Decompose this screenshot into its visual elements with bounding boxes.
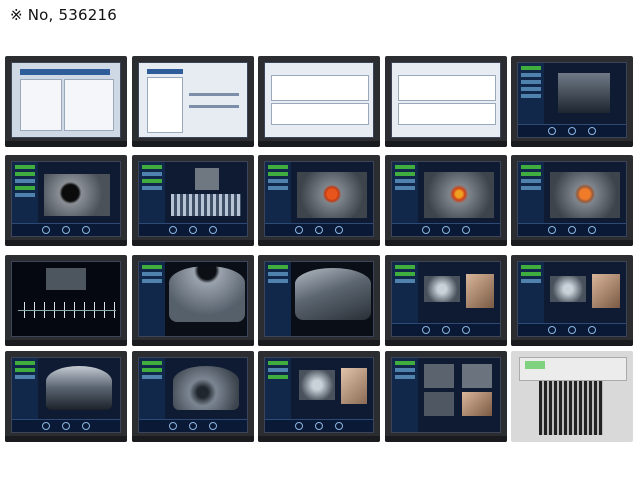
photo-quad-view: [385, 351, 507, 442]
photo-color-doppler-1: [258, 155, 380, 246]
photo-bmode-carotid: [5, 155, 127, 246]
photo-abdominal-scan-2: [132, 351, 254, 442]
photo-blank-scan: [511, 56, 633, 147]
photo-pw-doppler: [5, 255, 127, 346]
photo-convex-scan-1: [132, 255, 254, 346]
photo-setup-menu-3: [258, 56, 380, 147]
photo-setup-menu-2: [132, 56, 254, 147]
photo-m-mode: [132, 155, 254, 246]
photo-color-doppler-2: [385, 155, 507, 246]
photo-setup-menu-1: [5, 56, 127, 147]
photo-3d-render-2: [511, 255, 633, 346]
photo-3d-render-3: [258, 351, 380, 442]
photo-video-printer: [511, 351, 633, 442]
photo-color-doppler-3: [511, 155, 633, 246]
photo-abdominal-scan-1: [5, 351, 127, 442]
photo-convex-scan-2: [258, 255, 380, 346]
photo-grid: [0, 0, 640, 480]
photo-setup-menu-4: [385, 56, 507, 147]
photo-3d-render-1: [385, 255, 507, 346]
